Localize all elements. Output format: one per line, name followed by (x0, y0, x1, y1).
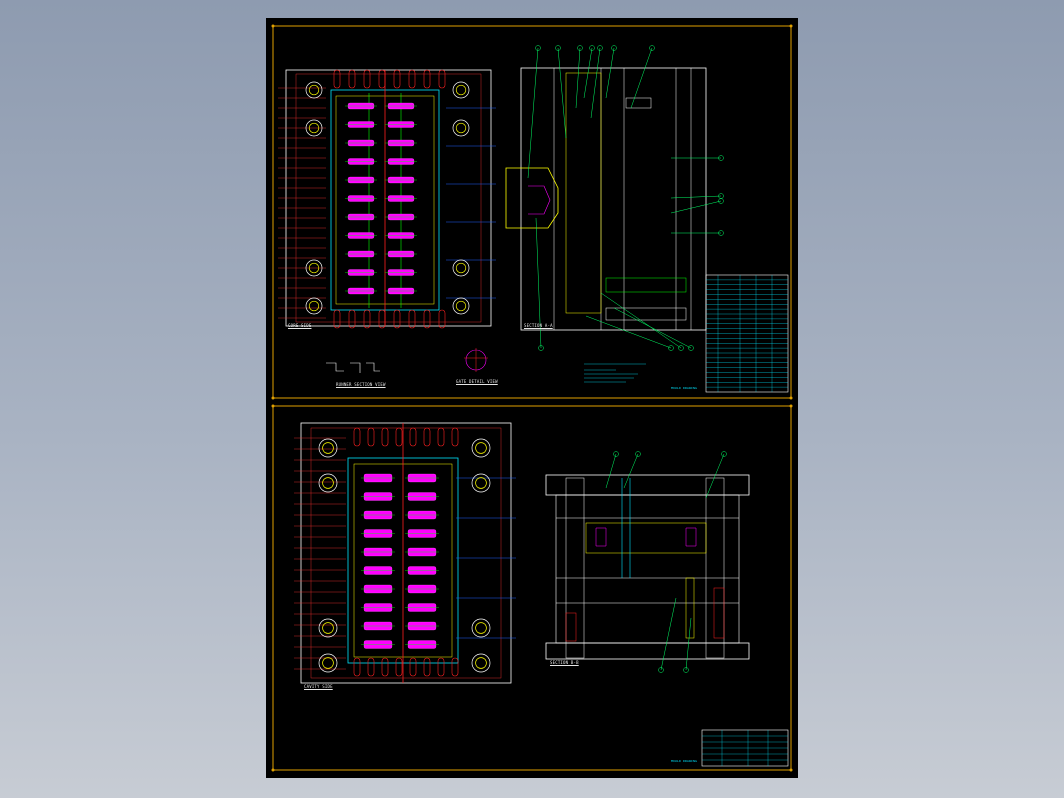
sheet-2-title-block (701, 729, 789, 767)
core-side-plan (278, 69, 496, 329)
cad-drawing (271, 24, 793, 772)
runner-detail-views (326, 348, 488, 373)
cavity-side-view-label: CAVITY SIDE (304, 684, 333, 689)
cavity-side-plan (294, 422, 516, 684)
core-side-view-label: CORE SIDE (288, 323, 312, 328)
runner-detail-label: RUNNER SECTION VIEW (336, 382, 386, 387)
cavity-array (361, 473, 439, 649)
core-cavity-array (345, 102, 417, 295)
drawing-sheet: CORE SIDE SECTION A-A RUNNER SECTION VIE… (266, 18, 798, 778)
sheet-2-frame (272, 405, 792, 771)
sheet-1-frame (272, 25, 792, 399)
sheet-1-drawing-name: MOULD DRAWING (671, 386, 698, 390)
sheet-1-title-block (705, 274, 789, 393)
sheet-1-notes (584, 363, 646, 383)
section-b-b (545, 451, 750, 673)
section-b-b-label: SECTION B-B (550, 660, 579, 665)
gate-detail-label: GATE DETAIL VIEW (456, 379, 498, 384)
section-a-a-label: SECTION A-A (524, 323, 553, 328)
sheet-2-drawing-name: MOULD DRAWING (671, 759, 698, 763)
section-a-a (505, 45, 724, 351)
